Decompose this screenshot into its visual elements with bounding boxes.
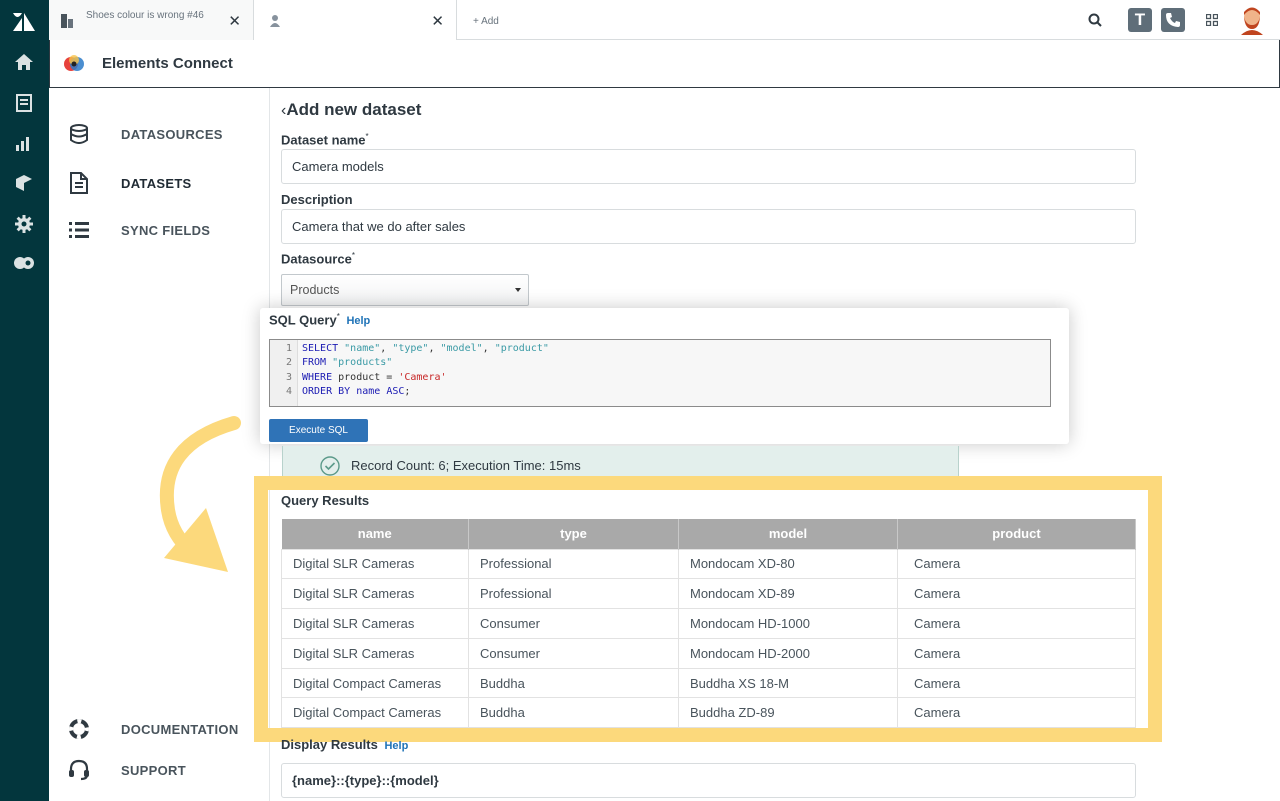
execution-result-message: Record Count: 6; Execution Time: 15ms: [351, 458, 581, 473]
views-icon[interactable]: [12, 91, 36, 115]
nav-item-documentation[interactable]: DOCUMENTATION: [68, 717, 239, 741]
description-textarea[interactable]: Camera that we do after sales: [281, 209, 1136, 244]
datasource-label: Datasource*: [281, 251, 355, 267]
ticket-icon: [61, 14, 73, 33]
datasource-select[interactable]: Products: [281, 274, 529, 306]
database-icon: [68, 123, 90, 145]
column-header[interactable]: type: [468, 519, 679, 549]
display-help-link[interactable]: Help: [384, 740, 408, 752]
nav-item-sync-fields[interactable]: SYNC FIELDS: [68, 218, 210, 242]
elements-app-icon[interactable]: [12, 251, 36, 275]
column-header[interactable]: product: [897, 519, 1136, 549]
list-icon: [68, 219, 90, 241]
tab-user[interactable]: ✕: [254, 0, 457, 40]
column-header[interactable]: model: [678, 519, 898, 549]
display-results-input[interactable]: {name}::{type}::{model}: [281, 763, 1136, 798]
nav-item-support[interactable]: SUPPORT: [68, 758, 186, 782]
table-row: Digital Compact Cameras Buddha Buddha ZD-8…: [281, 697, 1136, 729]
tab-close-icon[interactable]: ✕: [431, 12, 444, 30]
product-rail: [0, 0, 49, 801]
chevron-down-icon: [515, 288, 521, 292]
column-header[interactable]: name: [281, 519, 469, 549]
sql-help-link[interactable]: Help: [346, 315, 370, 327]
query-results-title: Query Results: [281, 493, 370, 508]
nav-item-datasets[interactable]: DATASETS: [68, 171, 192, 195]
user-icon: [270, 14, 280, 32]
phone-icon: [1161, 8, 1185, 32]
sql-query-label: SQL Query* Help: [269, 312, 371, 328]
tab-bar: Shoes colour is wrong #46 ✕ ✕ + Add T: [49, 0, 1280, 40]
avatar[interactable]: [1239, 0, 1265, 40]
dataset-name-input[interactable]: Camera models: [281, 149, 1136, 184]
headset-icon: [68, 759, 90, 781]
add-tab-button[interactable]: + Add: [473, 16, 499, 27]
apps-cube-icon[interactable]: [12, 171, 36, 195]
table-row: Digital SLR Cameras Professional Mondocam …: [281, 548, 1136, 580]
sql-editor[interactable]: 1 SELECT "name", "type", "model", "produc…: [269, 339, 1051, 407]
table-row: Digital Compact Cameras Buddha Buddha XS 1…: [281, 667, 1136, 699]
settings-gear-icon[interactable]: [12, 212, 36, 236]
display-results-label: Display Results Help: [281, 737, 409, 752]
sql-query-panel: SQL Query* Help 1 SELECT "name", "type", …: [260, 308, 1069, 444]
app-header: Elements Connect: [49, 40, 1280, 88]
table-header-row: name type model product: [281, 519, 1136, 549]
tab-ticket-title: Shoes colour is wrong #46: [86, 10, 204, 21]
elements-logo-icon: [63, 55, 85, 78]
tab-close-icon[interactable]: ✕: [228, 12, 241, 30]
table-row: Digital SLR Cameras Consumer Mondocam HD-2…: [281, 637, 1136, 669]
reporting-icon[interactable]: [12, 132, 36, 156]
table-row: Digital SLR Cameras Professional Mondocam …: [281, 578, 1136, 610]
zendesk-logo-icon[interactable]: [12, 10, 36, 34]
phone-button[interactable]: [1161, 0, 1185, 40]
query-results-table: name type model product Digital SLR Came…: [281, 519, 1136, 729]
talk-t-button[interactable]: T: [1128, 0, 1152, 40]
app-name: Elements Connect: [102, 55, 233, 72]
product-tray-icon[interactable]: [1206, 0, 1218, 40]
search-icon[interactable]: [1088, 0, 1102, 40]
nav-item-datasources[interactable]: DATASOURCES: [68, 122, 223, 146]
execute-sql-button[interactable]: Execute SQL: [269, 419, 368, 442]
dataset-name-label: Dataset name*: [281, 132, 369, 148]
table-row: Digital SLR Cameras Consumer Mondocam HD-1…: [281, 608, 1136, 639]
page-title: ‹Add new dataset: [281, 100, 422, 119]
document-icon: [68, 172, 90, 194]
lifebuoy-icon: [68, 718, 90, 740]
curved-arrow-icon: [159, 416, 241, 572]
description-label: Description: [281, 192, 353, 207]
home-icon[interactable]: [12, 50, 36, 74]
execution-result-banner: Record Count: 6; Execution Time: 15ms: [282, 446, 959, 480]
tab-ticket[interactable]: Shoes colour is wrong #46 ✕: [49, 0, 254, 40]
